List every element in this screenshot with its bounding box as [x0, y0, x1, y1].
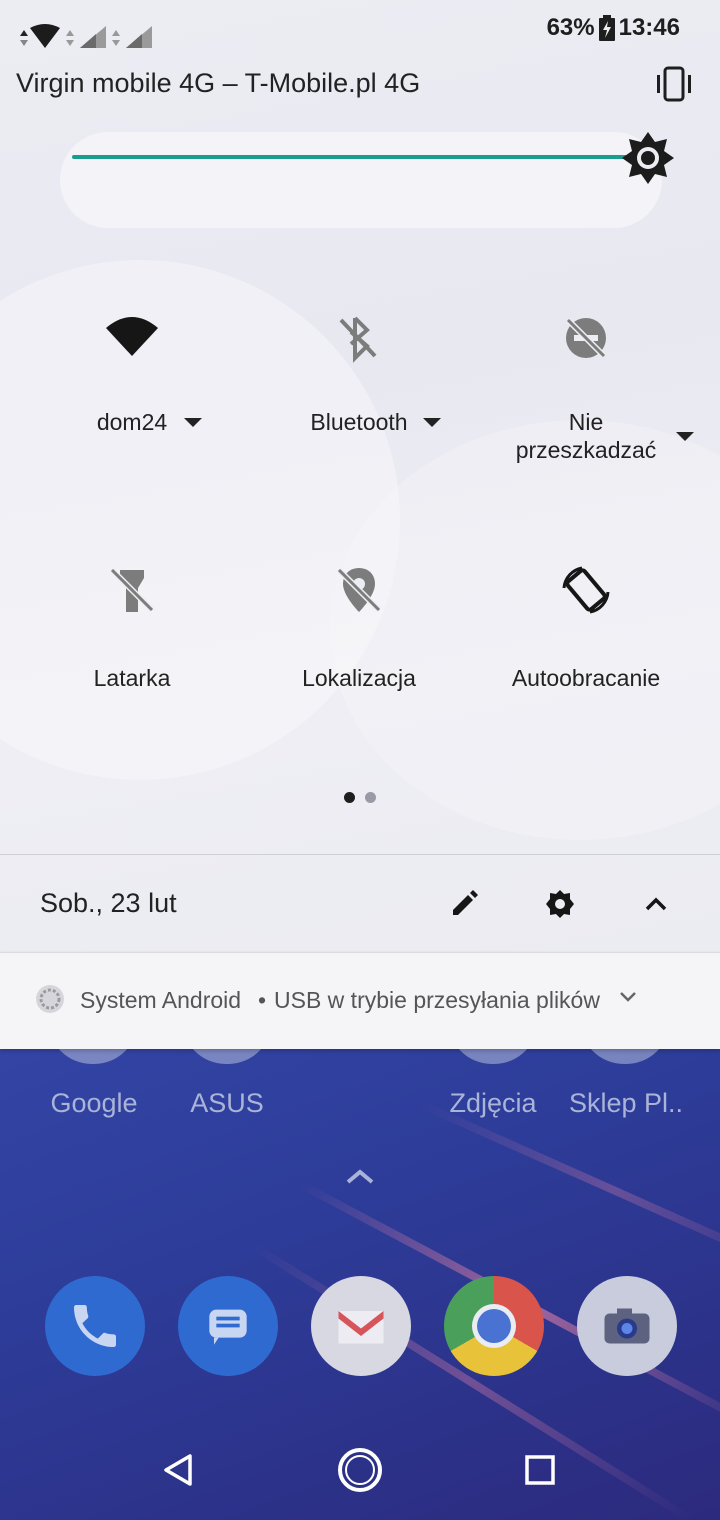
battery-charging-icon — [598, 15, 615, 41]
back-icon[interactable] — [152, 1442, 208, 1498]
app-label-play-store[interactable]: Sklep Pl.. — [561, 1088, 691, 1119]
vibrate-icon[interactable] — [654, 64, 694, 104]
tile-label-do-not-disturb: Nie przeszkadzać — [515, 409, 657, 463]
chevron-down-icon[interactable] — [184, 418, 202, 428]
android-system-icon — [36, 985, 64, 1013]
carrier-label: Virgin mobile 4G – T-Mobile.pl 4G — [16, 68, 421, 98]
collapse-icon — [645, 897, 667, 911]
flashlight-off-icon — [109, 567, 155, 613]
app-label-photos[interactable]: Zdjęcia — [428, 1088, 558, 1119]
tile-label-bluetooth: Bluetooth — [310, 409, 408, 435]
brightness-slider[interactable] — [72, 155, 632, 159]
quick-settings-panel: 63% 13:46 Virgin mobile 4G – T-Mobile.pl… — [0, 0, 720, 952]
tile-auto-rotate[interactable]: Autoobracanie — [476, 562, 696, 692]
page-dot-active — [344, 792, 355, 803]
tile-wifi[interactable]: dom24 — [22, 310, 242, 436]
page-indicator — [344, 792, 376, 803]
notification-text: USB w trybie przesyłania plików — [274, 987, 600, 1013]
collapse-button[interactable] — [636, 884, 676, 924]
tile-label-wifi: dom24 — [96, 409, 168, 435]
clock: 13:46 — [618, 14, 680, 41]
home-icon[interactable] — [332, 1442, 388, 1498]
notification-app-name: System Android — [80, 987, 242, 1013]
tile-label-auto-rotate: Autoobracanie — [511, 665, 661, 691]
chrome-icon[interactable] — [444, 1276, 544, 1376]
edit-button[interactable] — [444, 884, 484, 924]
tile-bluetooth[interactable]: Bluetooth — [249, 310, 469, 436]
tile-label-flashlight: Latarka — [93, 665, 171, 691]
brightness-slider-background — [60, 132, 662, 228]
auto-rotate-icon — [562, 566, 610, 614]
brightness-icon[interactable] — [620, 130, 676, 186]
wifi-icon — [106, 317, 158, 356]
settings-button[interactable] — [540, 884, 580, 924]
gmail-icon[interactable] — [311, 1276, 411, 1376]
app-drawer-arrow-icon[interactable] — [340, 1160, 380, 1190]
date-label: Sob., 23 lut — [40, 888, 177, 918]
recents-icon[interactable] — [512, 1442, 568, 1498]
signal-indicators — [16, 22, 156, 54]
camera-icon[interactable] — [577, 1276, 677, 1376]
edit-icon — [453, 890, 478, 915]
tile-location[interactable]: Lokalizacja — [249, 562, 469, 692]
chevron-down-icon[interactable] — [618, 990, 638, 1004]
notification-separator: • — [258, 987, 267, 1013]
chevron-down-icon[interactable] — [423, 418, 441, 428]
signal-strength-icon — [20, 24, 152, 48]
app-label-asus[interactable]: ASUS — [162, 1088, 292, 1119]
messages-icon[interactable] — [178, 1276, 278, 1376]
page-dot[interactable] — [365, 792, 376, 803]
tile-flashlight[interactable]: Latarka — [22, 562, 242, 692]
tile-label-location: Lokalizacja — [302, 665, 416, 691]
tile-do-not-disturb[interactable]: Nie przeszkadzać — [476, 310, 696, 464]
phone-icon[interactable] — [45, 1276, 145, 1376]
location-off-icon — [336, 567, 382, 613]
divider — [0, 854, 720, 855]
status-indicators: 63% 13:46 — [547, 14, 680, 42]
do-not-disturb-off-icon — [565, 317, 607, 359]
bluetooth-off-icon — [339, 316, 377, 363]
settings-icon — [546, 890, 574, 918]
notification-usb[interactable]: System Android • USB w trybie przesyłani… — [0, 952, 720, 1049]
navigation-bar — [0, 1420, 720, 1520]
chevron-down-icon[interactable] — [676, 432, 694, 442]
battery-percent: 63% — [546, 14, 595, 41]
app-label-google[interactable]: Google — [29, 1088, 159, 1119]
